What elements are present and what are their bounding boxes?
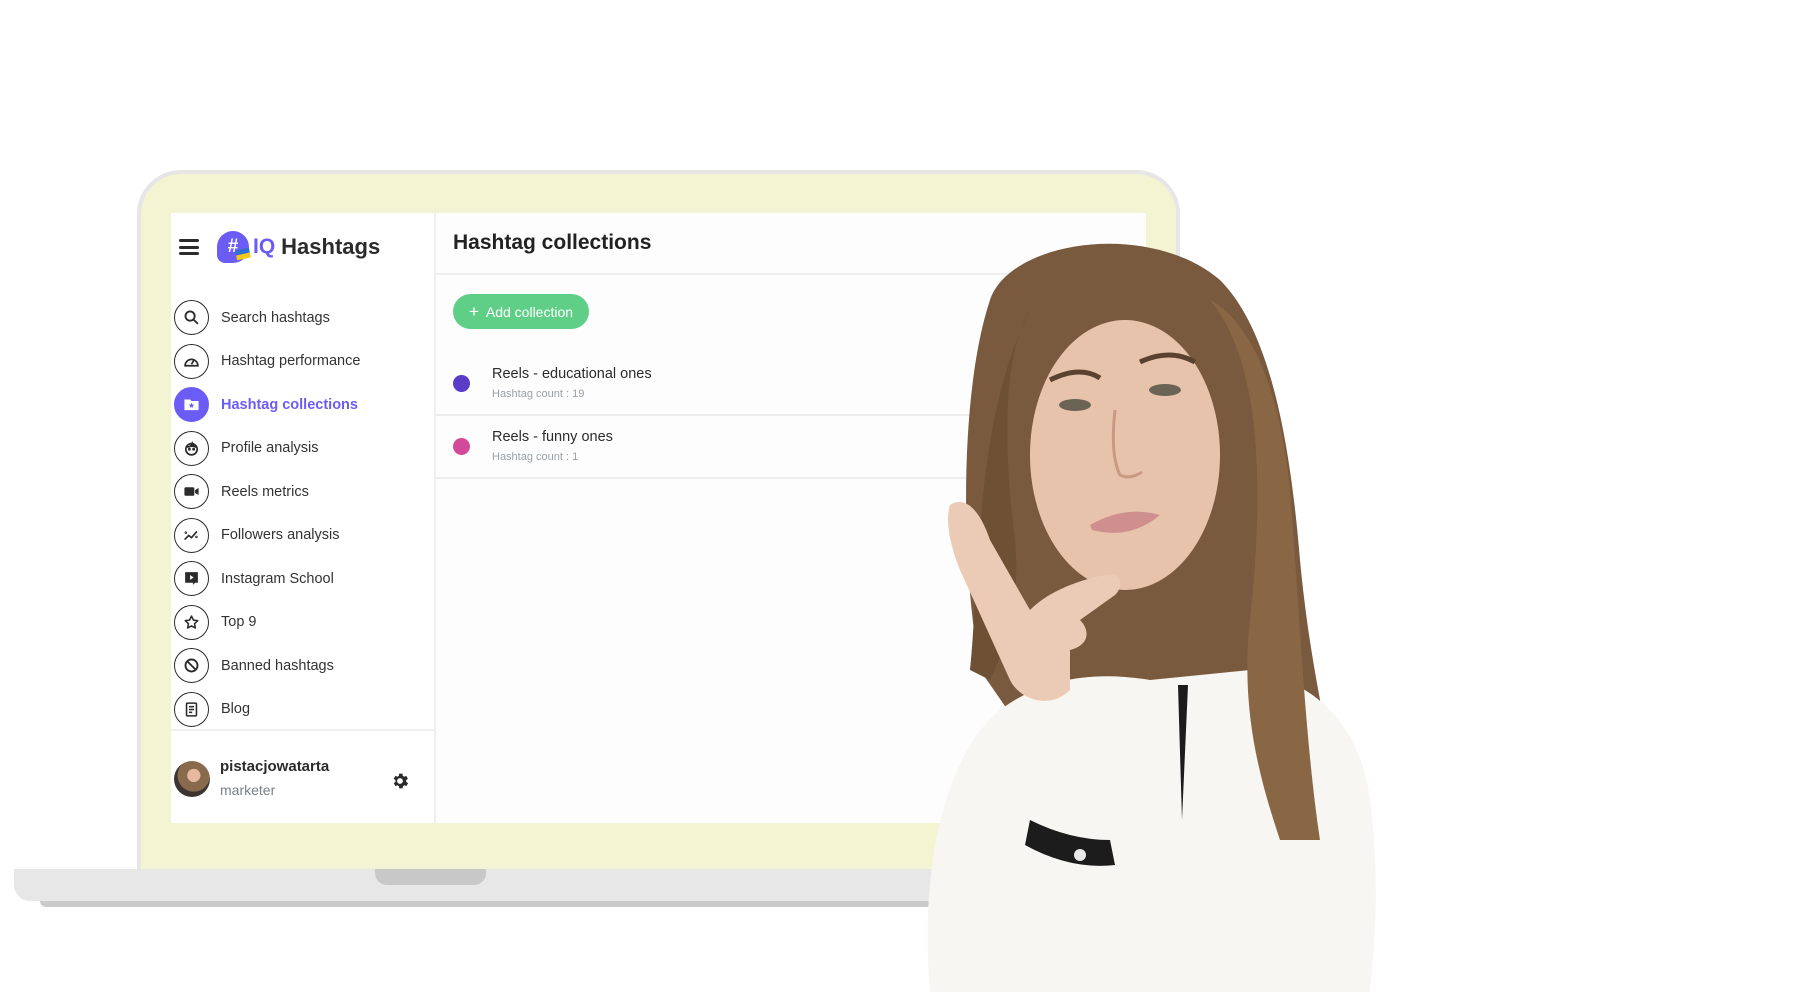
sidebar-item-label: Hashtag collections: [221, 396, 358, 413]
brand: # IQ Hashtags: [179, 227, 380, 267]
plus-icon: +: [468, 302, 479, 321]
sidebar-item-label: Blog: [221, 701, 251, 718]
sidebar: # IQ Hashtags Search hashtags Hashtag pe…: [171, 213, 436, 823]
sidebar-item-search-hashtags[interactable]: Search hashtags: [174, 296, 432, 340]
sidebar-item-blog[interactable]: Blog: [174, 688, 432, 732]
ban-icon: [174, 648, 209, 684]
sidebar-item-label: Profile analysis: [221, 440, 319, 457]
logo-iq: IQ: [253, 235, 276, 258]
logo-text: Hashtags: [281, 234, 381, 259]
sidebar-item-hashtag-performance[interactable]: Hashtag performance: [174, 340, 432, 384]
gear-icon[interactable]: [390, 771, 410, 791]
sidebar-item-top-9[interactable]: Top 9: [174, 601, 432, 645]
user-panel: pistacjowatarta marketer: [171, 729, 434, 823]
logo-icon: #: [217, 231, 251, 263]
ukraine-flag-icon: [235, 247, 251, 261]
folder-star-icon: [174, 387, 209, 423]
search-icon: [174, 300, 209, 336]
presenter-photo: [927, 243, 1376, 992]
play-message-icon: [174, 561, 209, 597]
add-collection-label: Add collection: [485, 303, 574, 320]
avatar[interactable]: [174, 761, 210, 797]
collection-name: Reels - educational ones: [492, 366, 652, 382]
user-role: marketer: [220, 782, 276, 798]
collection-color-dot: [453, 375, 470, 392]
video-camera-icon: [174, 474, 209, 510]
sidebar-item-reels-metrics[interactable]: Reels metrics: [174, 470, 432, 514]
sidebar-item-label: Search hashtags: [221, 309, 330, 326]
sidebar-item-profile-analysis[interactable]: Profile analysis: [174, 427, 432, 471]
document-icon: [174, 691, 209, 727]
sidebar-item-hashtag-collections[interactable]: Hashtag collections: [174, 383, 432, 427]
collection-color-dot: [453, 438, 470, 455]
trend-chart-icon: [174, 517, 209, 553]
sidebar-nav: Search hashtags Hashtag performance Hash…: [174, 296, 432, 731]
star-icon: [174, 604, 209, 640]
collection-count: Hashtag count : 19: [492, 388, 585, 400]
sidebar-item-instagram-school[interactable]: Instagram School: [174, 557, 432, 601]
hamburger-menu-icon[interactable]: [179, 239, 199, 255]
add-collection-button[interactable]: + Add collection: [453, 294, 589, 329]
speedometer-icon: [174, 343, 209, 379]
face-icon: [174, 430, 209, 466]
sidebar-item-label: Reels metrics: [221, 483, 309, 500]
sidebar-item-label: Hashtag performance: [221, 353, 361, 370]
user-name: pistacjowatarta: [220, 758, 330, 775]
collection-count: Hashtag count : 1: [492, 451, 579, 463]
collection-name: Reels - funny ones: [492, 429, 613, 445]
sidebar-item-banned-hashtags[interactable]: Banned hashtags: [174, 644, 432, 688]
laptop-notch: [375, 869, 486, 885]
sidebar-item-followers-analysis[interactable]: Followers analysis: [174, 514, 432, 558]
sidebar-item-label: Instagram School: [221, 570, 334, 587]
sidebar-item-label: Followers analysis: [221, 527, 340, 544]
sidebar-item-label: Top 9: [221, 614, 257, 631]
sidebar-item-label: Banned hashtags: [221, 657, 334, 674]
page-title: Hashtag collections: [453, 231, 652, 254]
